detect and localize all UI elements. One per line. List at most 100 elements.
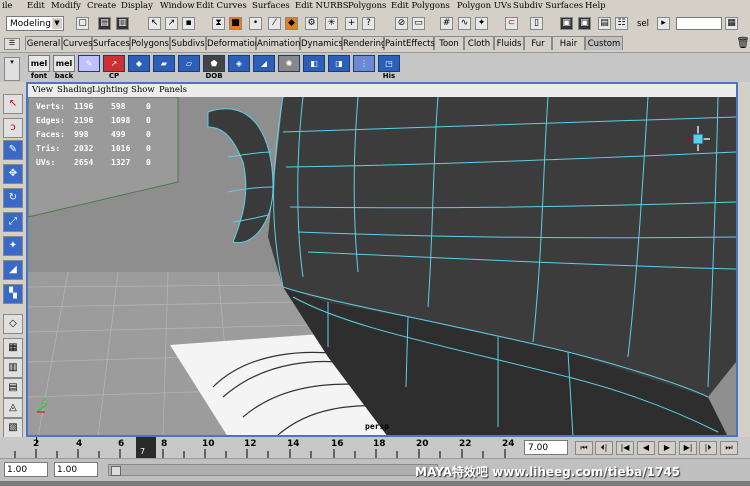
shelf-button-poly-wedge[interactable]: ◧ <box>303 55 325 81</box>
deform-mask-icon[interactable]: ⚙ <box>305 17 318 30</box>
shelf-options-icon[interactable]: ▾ <box>4 57 20 81</box>
shelf-button-poly-smooth[interactable]: ✺ <box>278 55 300 81</box>
tab-toon[interactable]: Toon <box>434 36 464 50</box>
time-slider[interactable]: 7 2 4 6 8 10 12 14 16 18 20 22 24 <box>0 437 520 458</box>
render-view-icon[interactable]: ☷ <box>615 17 628 30</box>
manipulator-tool-icon[interactable]: ✦ <box>3 236 23 256</box>
menu-edit-polygons[interactable]: Edit Polygons <box>391 1 450 11</box>
tab-custom[interactable]: Custom <box>585 36 623 50</box>
view-cube-icon[interactable] <box>683 124 713 154</box>
perspective-viewport[interactable]: View Shading Lighting Show Panels Verts:… <box>26 82 738 437</box>
animation-start-field[interactable]: 1.00 <box>4 462 48 477</box>
tab-surfaces[interactable]: Surfaces <box>92 36 130 50</box>
select-hierarchy-icon[interactable]: ↖ <box>148 17 161 30</box>
layout-single-icon[interactable]: ◇ <box>3 314 23 334</box>
tab-rendering[interactable]: Rendering <box>342 36 386 50</box>
menu-edit[interactable]: Edit <box>27 1 45 11</box>
range-slider-handle[interactable] <box>111 466 121 476</box>
dynamics-mask-icon[interactable]: ✳ <box>325 17 338 30</box>
tab-hair[interactable]: Hair <box>552 36 585 50</box>
shelf-button-poly-bevel[interactable]: ◢ <box>253 55 275 81</box>
menu-edit-nurbs[interactable]: Edit NURBS <box>295 1 349 11</box>
step-back-key-icon[interactable]: ⏴| <box>595 441 613 455</box>
snap-point-icon[interactable]: ✦ <box>475 17 488 30</box>
rotate-tool-icon[interactable]: ↻ <box>3 188 23 208</box>
quick-select-icon[interactable]: ▸ <box>657 17 670 30</box>
step-back-frame-icon[interactable]: |◀ <box>616 441 634 455</box>
tab-curves[interactable]: Curves <box>62 36 93 50</box>
snap-view-icon[interactable]: ⊂ <box>505 17 518 30</box>
mode-select[interactable]: Modeling ▼ <box>6 16 64 31</box>
shelf-button-poly-merge[interactable]: ◈ <box>228 55 250 81</box>
misc-mask-icon[interactable]: ? <box>362 17 375 30</box>
rendering-mask-icon[interactable]: + <box>345 17 358 30</box>
snap-grid-icon[interactable]: # <box>440 17 453 30</box>
shelf-menu-icon[interactable]: ☰ <box>4 38 20 50</box>
tab-fur[interactable]: Fur <box>524 36 552 50</box>
menu-polygons[interactable]: Polygons <box>348 1 386 11</box>
soft-mod-tool-icon[interactable]: ◢ <box>3 260 23 280</box>
layout-four-icon[interactable]: ▦ <box>3 338 23 358</box>
trash-icon[interactable]: 🗑 <box>736 36 750 49</box>
menu-subdiv-surfaces[interactable]: Subdiv Surfaces <box>513 1 583 11</box>
quick-select-field[interactable] <box>676 17 722 30</box>
shelf-button-dob[interactable]: ⬟ DOB <box>203 55 225 81</box>
viewport-menu-lighting[interactable]: Lighting <box>92 85 128 95</box>
lock-selection-icon[interactable]: ⊘ <box>395 17 408 30</box>
step-forward-key-icon[interactable]: |⏵ <box>699 441 717 455</box>
snap-curve-icon[interactable]: ∿ <box>458 17 471 30</box>
curve-mask-icon[interactable]: ⁄ <box>268 17 281 30</box>
menu-file[interactable]: ile <box>2 1 12 11</box>
playback-start-field[interactable]: 1.00 <box>54 462 98 477</box>
range-slider[interactable] <box>108 464 438 476</box>
scale-tool-icon[interactable]: ⤢ <box>3 212 23 232</box>
last-tool-icon[interactable]: ▚ <box>3 284 23 304</box>
shelf-button-history[interactable]: ◳ His <box>378 55 400 81</box>
layout-two-vertical-icon[interactable]: ▥ <box>3 358 23 378</box>
go-to-end-icon[interactable]: ⏭ <box>720 441 738 455</box>
layout-outliner-icon[interactable]: ◬ <box>3 398 23 418</box>
new-scene-icon[interactable]: ▢ <box>76 17 89 30</box>
viewport-menu-shading[interactable]: Shading <box>57 85 92 95</box>
shelf-button-poly-split-edge[interactable]: ⋮ <box>353 55 375 81</box>
menu-display[interactable]: Display <box>121 1 153 11</box>
menu-create[interactable]: Create <box>87 1 116 11</box>
render-globals-icon[interactable]: ▤ <box>598 17 611 30</box>
menu-help[interactable]: Help <box>585 1 606 11</box>
ipr-render-icon[interactable]: ▣ <box>578 17 591 30</box>
menu-window[interactable]: Window <box>160 1 195 11</box>
menu-surfaces[interactable]: Surfaces <box>252 1 290 11</box>
tab-fluids[interactable]: Fluids <box>494 36 524 50</box>
tab-general[interactable]: General <box>25 36 62 50</box>
shelf-button-poly-extrude[interactable]: ▰ <box>153 55 175 81</box>
shelf-button-poly-cube[interactable]: ◆ <box>128 55 150 81</box>
step-forward-frame-icon[interactable]: ▶| <box>679 441 697 455</box>
menu-edit-curves[interactable]: Edit Curves <box>196 1 247 11</box>
point-mask-icon[interactable]: • <box>249 17 262 30</box>
filter-icon[interactable]: ⧗ <box>212 17 225 30</box>
tab-deformation[interactable]: Deformation <box>206 36 260 50</box>
select-tool-icon[interactable]: ↖ <box>3 94 23 114</box>
select-component-icon[interactable]: ▪ <box>182 17 195 30</box>
current-frame-field[interactable]: 7.00 <box>524 440 568 455</box>
menu-modify[interactable]: Modify <box>51 1 81 11</box>
shelf-button-curve-tool[interactable]: ✎ <box>78 55 100 81</box>
lasso-tool-icon[interactable]: ↄ <box>3 118 23 138</box>
handle-mask-icon[interactable]: ■ <box>229 17 242 30</box>
go-to-start-icon[interactable]: ⏮ <box>575 441 593 455</box>
shelf-button-poly-append[interactable]: ◨ <box>328 55 350 81</box>
surface-mask-icon[interactable]: ◆ <box>285 17 298 30</box>
render-icon[interactable]: ▣ <box>560 17 573 30</box>
shelf-button-poly-split[interactable]: ▱ <box>178 55 200 81</box>
move-tool-icon[interactable]: ✥ <box>3 164 23 184</box>
tab-cloth[interactable]: Cloth <box>464 36 494 50</box>
construction-history-icon[interactable]: ▯ <box>530 17 543 30</box>
select-object-icon[interactable]: ↗ <box>165 17 178 30</box>
tab-dynamics[interactable]: Dynamics <box>300 36 343 50</box>
paint-select-tool-icon[interactable]: ✎ <box>3 140 23 160</box>
tab-painteffects[interactable]: PaintEffects <box>384 36 435 50</box>
viewport-menu-view[interactable]: View <box>32 85 53 95</box>
shelf-button-mel-back[interactable]: mel back <box>53 55 75 81</box>
tab-polygons[interactable]: Polygons <box>130 36 170 50</box>
shelf-button-mel-font[interactable]: mel font <box>28 55 50 81</box>
